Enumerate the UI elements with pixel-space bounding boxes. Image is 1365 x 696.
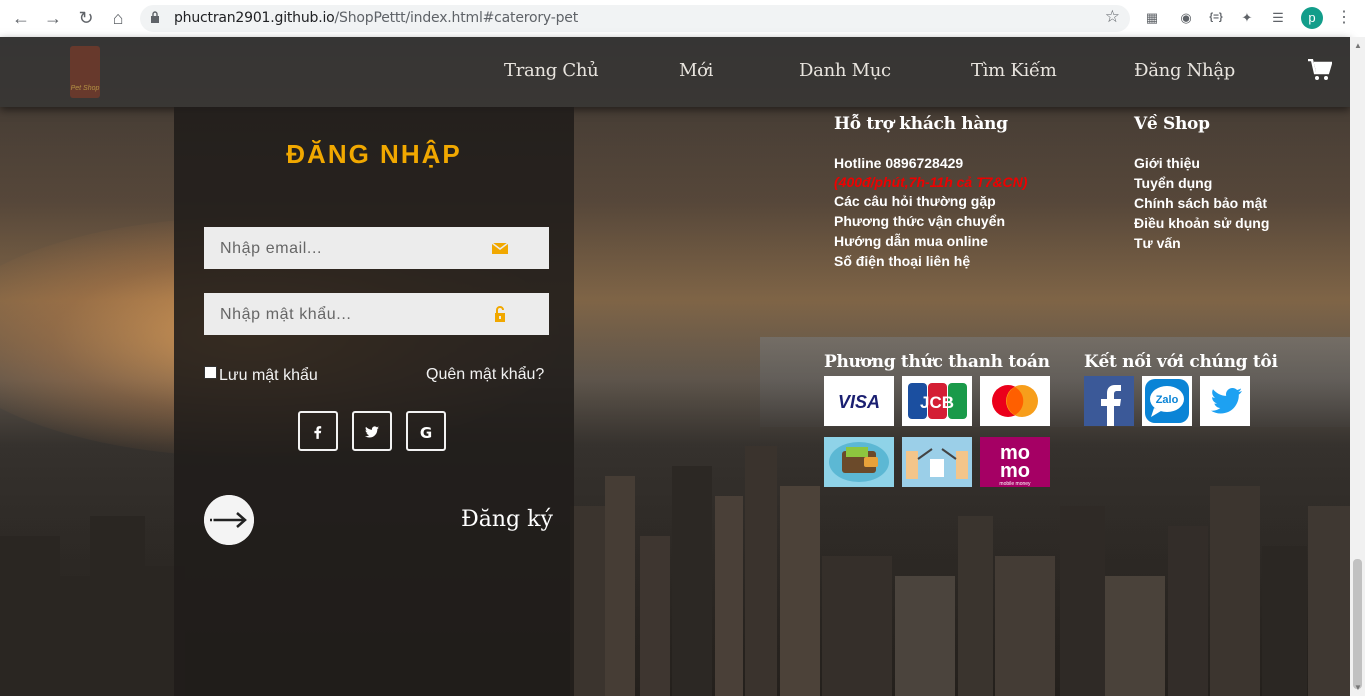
forgot-password-link[interactable]: Quên mật khẩu? — [426, 366, 544, 384]
nav-new[interactable]: Mới — [679, 60, 713, 81]
about-links: Giới thiệu Tuyển dụng Chính sách bảo mật… — [1134, 153, 1269, 253]
scroll-up-icon[interactable]: ▲ — [1354, 41, 1362, 50]
facebook-icon — [314, 426, 322, 439]
register-link[interactable]: Đăng ký — [461, 507, 553, 532]
twitter-icon — [365, 426, 379, 438]
google-icon: G — [419, 424, 433, 442]
scrollbar-thumb[interactable] — [1353, 559, 1362, 689]
profile-avatar[interactable]: p — [1301, 7, 1323, 29]
hotline-note: (400đ/phút,7h-11h cả T7&CN) — [834, 174, 1028, 190]
about-link-careers[interactable]: Tuyển dụng — [1134, 173, 1269, 193]
svg-text:VISA: VISA — [838, 392, 880, 412]
lock-icon — [151, 11, 159, 23]
login-panel: ĐĂNG NHẬP Lưu mật khẩu Quên mật khẩu? G … — [174, 107, 574, 696]
momo-logo: mo mo mobile money — [980, 437, 1050, 487]
email-field[interactable] — [204, 227, 549, 271]
support-link-phone[interactable]: Số điện thoại liên hệ — [834, 251, 1027, 271]
remember-label: Lưu mật khẩu — [219, 367, 318, 384]
support-link-shipping[interactable]: Phương thức vận chuyển — [834, 211, 1027, 231]
nav-login[interactable]: Đăng Nhập — [1134, 60, 1235, 81]
extensions-puzzle-icon[interactable]: ✦ — [1237, 8, 1257, 28]
nav-search[interactable]: Tìm Kiếm — [971, 60, 1057, 81]
address-bar[interactable]: phuctran2901.github.io/ShopPettt/index.h… — [140, 5, 1130, 32]
support-link-guide[interactable]: Hướng dẫn mua online — [834, 231, 1027, 251]
cart-icon[interactable] — [1308, 59, 1332, 81]
google-login-button[interactable]: G — [406, 411, 446, 451]
facebook-login-button[interactable] — [298, 411, 338, 451]
about-link-terms[interactable]: Điều khoản sử dụng — [1134, 213, 1269, 233]
facebook-icon[interactable] — [1084, 376, 1134, 426]
menu-icon[interactable]: ⋮ — [1336, 7, 1352, 27]
site-header: Pet Shop Trang Chủ Mới Danh Mục Tìm Kiếm… — [0, 37, 1350, 107]
support-link-faq[interactable]: Các câu hỏi thường gặp — [834, 191, 1027, 211]
extension-icon[interactable]: ◉ — [1176, 8, 1196, 28]
connect-title: Kết nối với chúng tôi — [1084, 352, 1278, 372]
about-link-privacy[interactable]: Chính sách bảo mật — [1134, 193, 1269, 213]
remember-checkbox[interactable]: Lưu mật khẩu — [204, 366, 318, 385]
email-input[interactable] — [204, 227, 502, 271]
payment-title: Phương thức thanh toán — [824, 352, 1050, 372]
forward-icon[interactable]: → — [41, 6, 65, 30]
checkbox-box[interactable] — [204, 366, 217, 379]
scroll-down-icon[interactable]: ▼ — [1354, 683, 1362, 692]
password-field[interactable] — [204, 293, 549, 337]
nav-home[interactable]: Trang Chủ — [504, 60, 599, 81]
bookmark-star-icon[interactable]: ☆ — [1105, 7, 1120, 27]
wallet-icon — [824, 437, 894, 487]
login-title: ĐĂNG NHẬP — [286, 139, 462, 169]
jcb-logo: JCB — [902, 376, 972, 426]
browser-toolbar: ← → ↻ ⌂ phuctran2901.github.io/ShopPettt… — [0, 0, 1365, 38]
transfer-icon — [902, 437, 972, 487]
extension-icon[interactable]: {=} — [1206, 8, 1226, 28]
mastercard-logo — [980, 376, 1050, 426]
submit-arrow-button[interactable] — [204, 495, 254, 545]
about-title: Về Shop — [1134, 114, 1210, 134]
svg-text:JCB: JCB — [920, 393, 954, 412]
reload-icon[interactable]: ↻ — [74, 6, 98, 30]
back-icon[interactable]: ← — [9, 6, 33, 30]
envelope-icon — [491, 242, 509, 254]
media-icon[interactable]: ☰ — [1268, 8, 1288, 28]
support-links: Hotline 0896728429 (400đ/phút,7h-11h cả … — [834, 153, 1027, 271]
svg-text:Zalo: Zalo — [1156, 394, 1179, 406]
extension-icon[interactable]: ▦ — [1142, 8, 1162, 28]
nav-category[interactable]: Danh Mục — [799, 60, 891, 81]
url-text: phuctran2901.github.io/ShopPettt/index.h… — [174, 10, 578, 26]
shop-logo[interactable]: Pet Shop — [70, 46, 100, 98]
zalo-icon[interactable]: Zalo — [1142, 376, 1192, 426]
about-link-intro[interactable]: Giới thiệu — [1134, 153, 1269, 173]
home-icon[interactable]: ⌂ — [106, 6, 130, 30]
twitter-login-button[interactable] — [352, 411, 392, 451]
twitter-icon[interactable] — [1200, 376, 1250, 426]
svg-text:mobile money: mobile money — [999, 481, 1031, 487]
unlock-icon — [495, 306, 505, 322]
support-title: Hỗ trợ khách hàng — [834, 114, 1008, 134]
hotline-text[interactable]: Hotline 0896728429 — [834, 153, 1027, 173]
svg-text:mo: mo — [1000, 460, 1030, 482]
visa-logo: VISA — [824, 376, 894, 426]
about-link-consult[interactable]: Tư vấn — [1134, 233, 1269, 253]
page-scrollbar[interactable]: ▲ ▼ — [1350, 37, 1365, 696]
password-input[interactable] — [204, 293, 502, 337]
